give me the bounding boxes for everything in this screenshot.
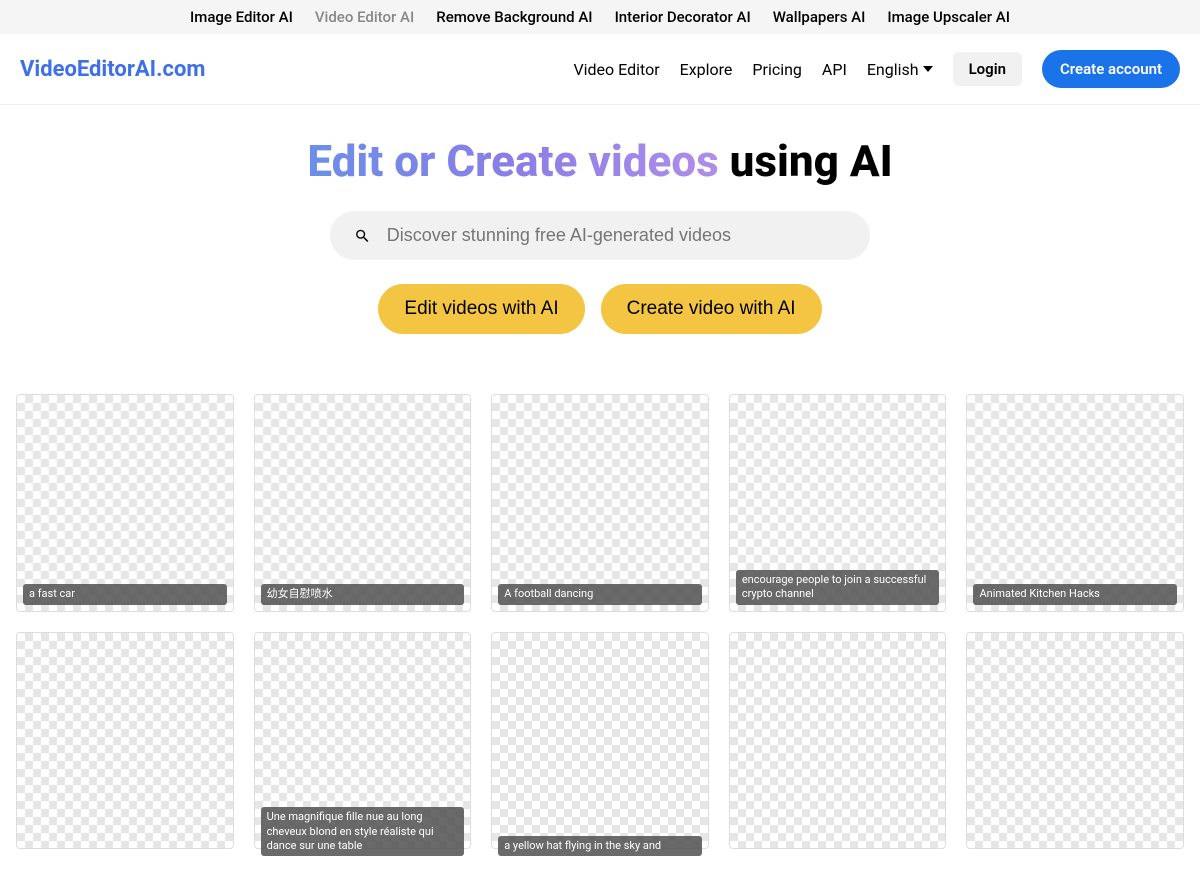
- login-button[interactable]: Login: [953, 52, 1022, 86]
- card-caption: a yellow hat flying in the sky and: [498, 836, 702, 856]
- search-input[interactable]: [387, 225, 846, 246]
- nav-pricing[interactable]: Pricing: [752, 60, 802, 79]
- create-video-button[interactable]: Create video with AI: [601, 284, 822, 334]
- topbar-link-image-editor[interactable]: Image Editor AI: [190, 8, 293, 26]
- gallery-card[interactable]: A football dancing: [491, 394, 709, 612]
- nav-explore[interactable]: Explore: [680, 60, 733, 79]
- search-box[interactable]: [330, 211, 870, 260]
- main-header: VideoEditorAI.com Video Editor Explore P…: [0, 34, 1200, 105]
- topbar-link-remove-bg[interactable]: Remove Background AI: [436, 8, 592, 26]
- search-container: [20, 211, 1180, 260]
- create-account-button[interactable]: Create account: [1042, 50, 1180, 88]
- card-caption: A football dancing: [498, 584, 702, 604]
- topbar-link-interior[interactable]: Interior Decorator AI: [615, 8, 751, 26]
- gallery-card[interactable]: encourage people to join a successful cr…: [729, 394, 947, 612]
- edit-videos-button[interactable]: Edit videos with AI: [378, 284, 584, 334]
- gallery-card[interactable]: [729, 632, 947, 850]
- hero-title: Edit or Create videos using AI: [20, 135, 1180, 187]
- gallery-card[interactable]: a fast car: [16, 394, 234, 612]
- gallery-card[interactable]: a yellow hat flying in the sky and: [491, 632, 709, 850]
- cta-buttons: Edit videos with AI Create video with AI: [20, 284, 1180, 334]
- nav-video-editor[interactable]: Video Editor: [573, 60, 659, 79]
- gallery-card[interactable]: 幼女自慰喷水: [254, 394, 472, 612]
- topbar-link-video-editor[interactable]: Video Editor AI: [315, 8, 414, 26]
- hero-title-suffix: using AI: [719, 135, 893, 187]
- hero-title-gradient: Edit or Create videos: [307, 135, 718, 187]
- top-link-bar: Image Editor AI Video Editor AI Remove B…: [0, 0, 1200, 34]
- chevron-down-icon: [923, 66, 933, 72]
- search-icon: [354, 227, 371, 245]
- card-caption: encourage people to join a successful cr…: [736, 570, 940, 605]
- site-logo[interactable]: VideoEditorAI.com: [20, 57, 205, 82]
- gallery-card[interactable]: [16, 632, 234, 850]
- video-gallery: a fast car 幼女自慰喷水 A football dancing enc…: [0, 374, 1200, 869]
- card-caption: a fast car: [23, 584, 227, 604]
- gallery-card[interactable]: Animated Kitchen Hacks: [966, 394, 1184, 612]
- language-label: English: [867, 60, 919, 79]
- topbar-link-wallpapers[interactable]: Wallpapers AI: [773, 8, 866, 26]
- language-selector[interactable]: English: [867, 60, 933, 79]
- topbar-link-upscaler[interactable]: Image Upscaler AI: [887, 8, 1010, 26]
- card-caption: Une magnifique fille nue au long cheveux…: [261, 807, 465, 856]
- primary-nav: Video Editor Explore Pricing API English…: [573, 50, 1180, 88]
- hero-section: Edit or Create videos using AI Edit vide…: [0, 105, 1200, 374]
- gallery-card[interactable]: Une magnifique fille nue au long cheveux…: [254, 632, 472, 850]
- nav-api[interactable]: API: [822, 60, 847, 79]
- gallery-card[interactable]: [966, 632, 1184, 850]
- card-caption: 幼女自慰喷水: [261, 584, 465, 604]
- card-caption: Animated Kitchen Hacks: [973, 584, 1177, 604]
